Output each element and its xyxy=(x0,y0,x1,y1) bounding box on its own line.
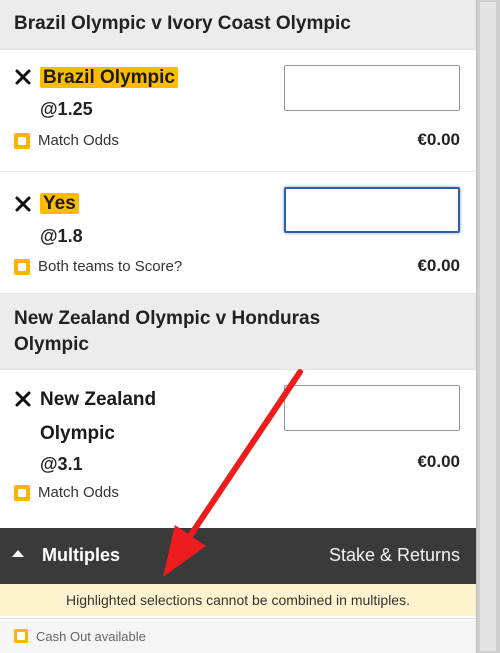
cash-out-label: Cash Out available xyxy=(36,628,146,644)
remove-selection-icon[interactable] xyxy=(14,390,32,408)
selection-name-line2: Olympic xyxy=(40,423,115,444)
highlighted-selection: Yes xyxy=(40,193,79,214)
market-square-icon xyxy=(14,132,30,149)
market-name: Match Odds xyxy=(38,484,119,501)
potential-returns: €0.00 xyxy=(417,256,460,275)
potential-returns: €0.00 xyxy=(417,130,460,149)
bet-row-brazil: Brazil Olympic @1.25 Match Odds €0.00 xyxy=(0,50,476,172)
selection-name: Brazil Olympic xyxy=(40,64,178,92)
selection-odds: @3.1 xyxy=(40,454,83,474)
scrollbar[interactable] xyxy=(476,0,500,653)
stake-returns-label: Stake & Returns xyxy=(328,545,460,565)
event-title: Brazil Olympic v Ivory Coast Olympic xyxy=(14,13,351,34)
market-square-icon xyxy=(14,484,30,501)
event-header-new-zealand: New Zealand Olympic v Honduras Olympic xyxy=(0,294,476,370)
event-header-brazil: Brazil Olympic v Ivory Coast Olympic xyxy=(0,0,476,50)
caret-up-icon[interactable] xyxy=(12,550,24,557)
market-label: Both teams to Score? xyxy=(14,258,182,275)
remove-selection-icon[interactable] xyxy=(14,68,32,86)
stake-input[interactable] xyxy=(284,385,460,431)
selection-odds: @1.25 xyxy=(40,99,93,119)
remove-selection-icon[interactable] xyxy=(14,195,32,213)
event-title-line2: Olympic xyxy=(14,334,89,355)
market-name: Match Odds xyxy=(38,132,119,149)
stake-input[interactable] xyxy=(284,187,460,233)
bet-row-new-zealand: New Zealand Olympic @3.1 Match Odds €0.0… xyxy=(0,370,476,528)
market-square-icon xyxy=(14,258,30,275)
selection-name-line1: New Zealand xyxy=(40,389,157,410)
selection-odds: @1.8 xyxy=(40,226,83,246)
potential-returns: €0.00 xyxy=(417,452,460,471)
cash-out-icon xyxy=(14,629,28,643)
betslip-panel: Brazil Olympic v Ivory Coast Olympic Bra… xyxy=(0,0,476,653)
multiples-title: Multiples xyxy=(42,545,121,565)
selection-name: Yes xyxy=(40,190,79,218)
bet-row-btts: Yes @1.8 Both teams to Score? €0.00 xyxy=(0,172,476,294)
multiples-warning: Highlighted selections cannot be combine… xyxy=(0,584,476,616)
market-name: Both teams to Score? xyxy=(38,258,183,275)
event-title-line1: New Zealand Olympic v Honduras xyxy=(14,308,321,329)
stake-input[interactable] xyxy=(284,65,460,111)
highlighted-selection: Brazil Olympic xyxy=(40,67,178,88)
market-label: Match Odds xyxy=(14,484,119,501)
cash-out-row: Cash Out available xyxy=(0,618,476,653)
scrollbar-thumb[interactable] xyxy=(480,2,496,651)
multiples-header[interactable]: Multiples Stake & Returns xyxy=(0,528,476,584)
market-label: Match Odds xyxy=(14,132,119,149)
